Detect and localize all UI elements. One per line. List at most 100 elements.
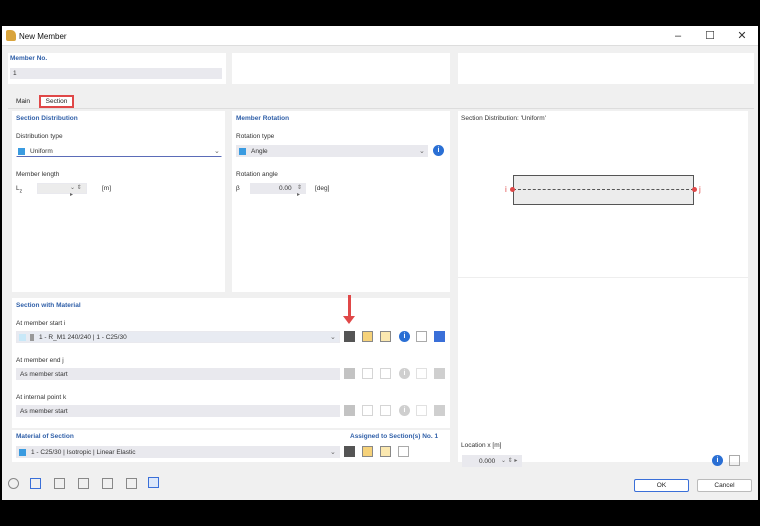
node-i-label: i: [505, 185, 507, 194]
edit-section-icon: [380, 405, 391, 416]
highlight-arrow-head: [343, 316, 355, 324]
material-select[interactable]: 1 - C25/30 | Isotropic | Linear Elastic …: [16, 446, 340, 458]
location-label: Location x [m]: [461, 442, 502, 449]
reset-view-icon[interactable]: [729, 455, 740, 466]
pick-icon: [434, 368, 445, 379]
rotation-angle-input[interactable]: 0.00 ⇕ ▸: [250, 183, 306, 198]
rotation-type-value: Angle: [251, 148, 268, 155]
edit-section-icon[interactable]: [380, 331, 391, 342]
minimize-button[interactable]: –: [664, 28, 692, 44]
internal-section-input[interactable]: As member start: [16, 405, 340, 417]
material-panel: Material of Section Assigned to Section(…: [12, 430, 450, 462]
member-no-label: Member No.: [10, 55, 48, 62]
distribution-type-value: Uniform: [30, 148, 53, 155]
coordinates-icon[interactable]: [54, 478, 65, 489]
info-icon: i: [399, 368, 410, 379]
uniform-swatch: [18, 148, 25, 155]
title-bar: New Member – ☐ ✕: [2, 26, 758, 46]
info-icon[interactable]: i: [712, 455, 723, 466]
model-icon[interactable]: [78, 478, 89, 489]
distribution-type-label: Distribution type: [16, 133, 63, 140]
section-distribution-title: Section Distribution: [16, 115, 78, 122]
start-section-select[interactable]: 1 - R_M1 240/240 | 1 - C25/30 ⌄: [16, 331, 340, 343]
length-symbol: Lz: [16, 185, 23, 195]
footer: OK Cancel: [2, 470, 758, 500]
distribution-type-select[interactable]: Uniform ⌄: [16, 145, 222, 157]
member-shape: [513, 175, 694, 205]
tab-main[interactable]: Main: [12, 95, 34, 108]
pick-icon: [434, 405, 445, 416]
parameters-icon[interactable]: [148, 477, 159, 488]
info-icon: i: [399, 405, 410, 416]
tab-divider: [8, 108, 754, 109]
highlight-arrow-shaft: [348, 295, 351, 317]
node-i-dot: [510, 187, 515, 192]
header-panel-3: [458, 53, 754, 84]
start-section-label: At member start i: [16, 320, 66, 327]
edit-material-icon[interactable]: [380, 446, 391, 457]
maximize-button[interactable]: ☐: [696, 28, 724, 44]
end-section-input[interactable]: As member start: [16, 368, 340, 380]
section-shape-icon: [30, 334, 34, 341]
tab-section[interactable]: Section: [39, 95, 74, 108]
chevron-down-icon: ⌄: [330, 334, 336, 341]
internal-section-label: At internal point k: [16, 394, 67, 401]
edit-section-icon: [380, 368, 391, 379]
member-no-input[interactable]: 1: [10, 68, 222, 79]
transfer-icon: [416, 368, 427, 379]
transfer-icon[interactable]: [398, 446, 409, 457]
member-rotation-title: Member Rotation: [236, 115, 290, 122]
formula-icon[interactable]: [126, 478, 137, 489]
material-value: 1 - C25/30 | Isotropic | Linear Elastic: [31, 449, 136, 456]
library-icon: [344, 405, 355, 416]
cancel-button[interactable]: Cancel: [697, 479, 752, 492]
chevron-down-icon: ⌄: [214, 148, 220, 155]
material-swatch: [19, 449, 26, 456]
member-rotation-panel: Member Rotation Rotation type Angle ⌄ i …: [232, 111, 450, 292]
info-icon[interactable]: i: [399, 331, 410, 342]
chevron-down-icon: ⌄: [330, 449, 336, 456]
new-section-icon: [362, 368, 373, 379]
header-panel-2: [232, 53, 450, 84]
transfer-icon[interactable]: [416, 331, 427, 342]
member-length-label: Member length: [16, 171, 60, 178]
info-icon[interactable]: i: [433, 145, 444, 156]
display-properties-icon[interactable]: [102, 478, 113, 489]
node-j-label: j: [699, 185, 701, 194]
rotation-angle-label: Rotation angle: [236, 171, 278, 178]
rotation-angle-unit: [deg]: [315, 185, 330, 192]
rotation-type-select[interactable]: Angle ⌄: [236, 145, 428, 157]
spin-arrows-icon[interactable]: ⌄ ⇕ ▸: [501, 457, 517, 464]
start-section-value: 1 - R_M1 240/240 | 1 - C25/30: [39, 334, 127, 341]
rotation-angle-value: 0.00: [279, 185, 292, 192]
member-axis-line: [513, 189, 694, 190]
close-button[interactable]: ✕: [728, 28, 756, 44]
spin-arrows-icon[interactable]: ⇕ ▸: [297, 184, 305, 198]
new-member-dialog: New Member – ☐ ✕ Member No. 1 Main Secti…: [2, 26, 758, 500]
new-section-icon[interactable]: [362, 331, 373, 342]
new-material-icon[interactable]: [362, 446, 373, 457]
ok-button[interactable]: OK: [634, 479, 689, 492]
preview-panel: Section Distribution: 'Uniform' i j Loca…: [458, 111, 748, 462]
chevron-down-icon: ⌄: [419, 148, 425, 155]
location-value: 0.000: [479, 458, 496, 465]
library-icon[interactable]: [344, 331, 355, 342]
assigned-sections: Assigned to Section(s) No. 1: [350, 433, 439, 440]
preview-title: Section Distribution: 'Uniform': [461, 115, 546, 122]
member-length-unit: [m]: [102, 185, 112, 192]
window-title: New Member: [19, 32, 67, 41]
units-icon[interactable]: [30, 478, 41, 489]
preview-divider: [458, 277, 748, 278]
end-section-label: At member end j: [16, 357, 64, 364]
section-with-material-title: Section with Material: [16, 302, 81, 309]
library-icon[interactable]: [344, 446, 355, 457]
spin-arrows-icon: ⌄ ⇕ ▸: [70, 185, 82, 198]
search-icon[interactable]: [8, 478, 19, 489]
pick-icon[interactable]: [434, 331, 445, 342]
location-input[interactable]: 0.000 ⌄ ⇕ ▸: [462, 455, 522, 467]
new-section-icon: [362, 405, 373, 416]
section-swatch: [19, 334, 26, 341]
app-icon: [6, 30, 16, 41]
section-with-material-panel: Section with Material At member start i …: [12, 295, 450, 428]
library-icon: [344, 368, 355, 379]
